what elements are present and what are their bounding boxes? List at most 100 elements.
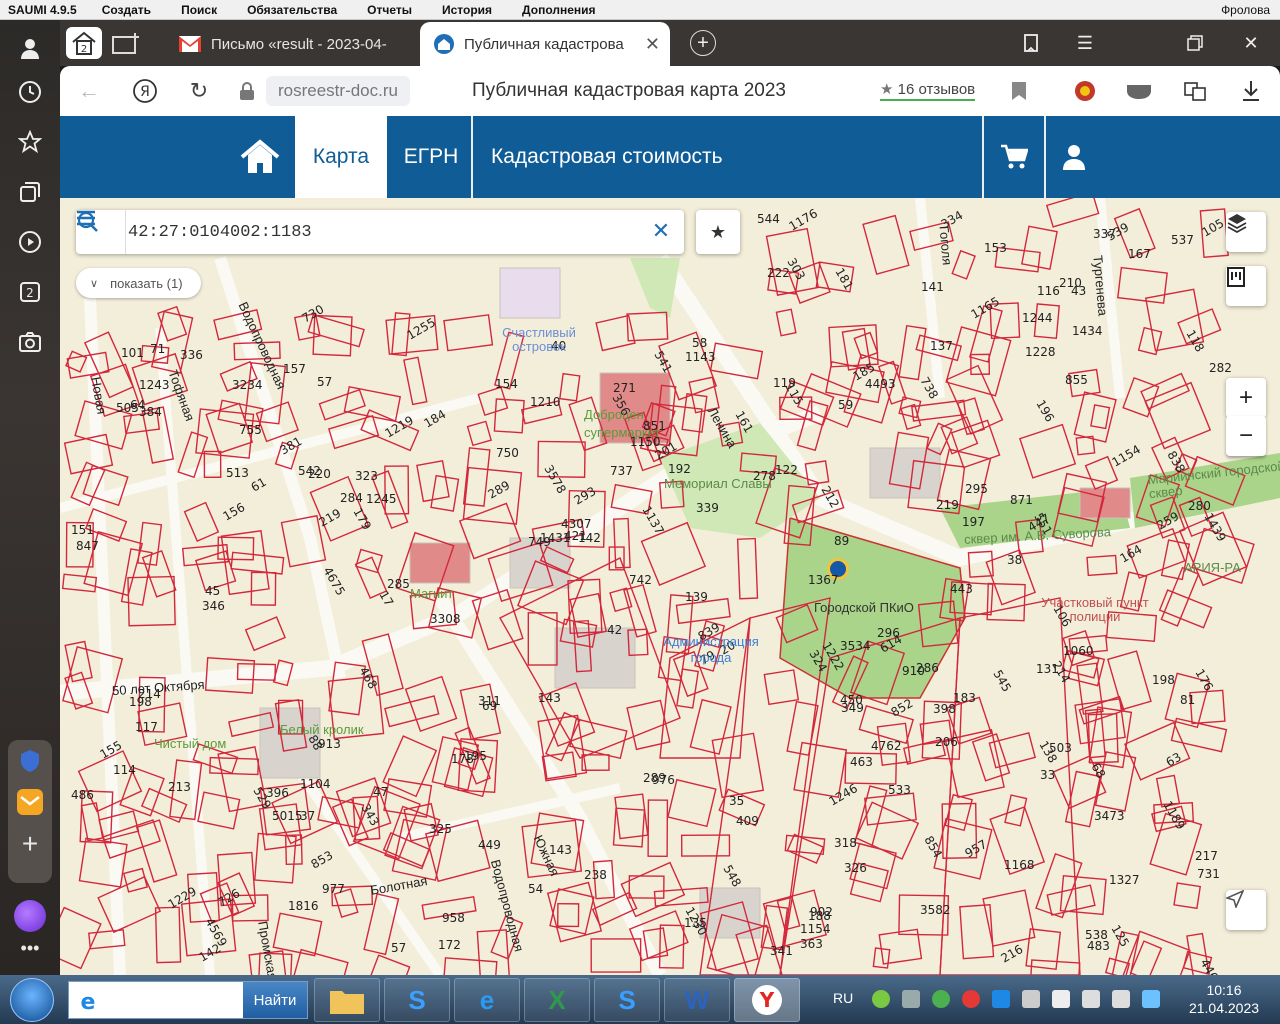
parcel-outline[interactable] bbox=[60, 906, 102, 970]
poi-label[interactable]: Городской ПКиО bbox=[814, 600, 914, 615]
saumi-app-icon[interactable]: S bbox=[384, 978, 450, 1022]
parcel-outline[interactable] bbox=[681, 393, 708, 433]
tabs-menu-icon[interactable] bbox=[1016, 28, 1046, 58]
parcel-outline[interactable] bbox=[900, 403, 922, 431]
measure-ruler-icon[interactable] bbox=[1226, 266, 1266, 306]
parcel-outline[interactable] bbox=[1129, 940, 1163, 975]
screenshot-icon[interactable] bbox=[14, 326, 46, 358]
show-results-button[interactable]: ∨ показать (1) bbox=[76, 268, 201, 298]
tray-yandex-icon[interactable] bbox=[962, 990, 980, 1008]
poi-label[interactable]: Мемориал Славы bbox=[664, 476, 772, 491]
parcel-outline[interactable] bbox=[940, 416, 979, 455]
back-arrow-icon[interactable]: ← bbox=[74, 76, 104, 106]
parcel-outline[interactable] bbox=[647, 799, 669, 858]
parcel-outline[interactable] bbox=[1123, 721, 1191, 781]
poi-label[interactable]: Магнит bbox=[410, 586, 453, 601]
clear-search-icon[interactable]: ✕ bbox=[648, 218, 674, 244]
layers-icon[interactable] bbox=[1226, 212, 1266, 252]
parcel-outline[interactable] bbox=[590, 938, 642, 973]
tray-app-icon[interactable] bbox=[872, 990, 890, 1008]
parcel-outline[interactable] bbox=[1173, 882, 1202, 910]
parcel-outline[interactable] bbox=[318, 388, 366, 421]
explorer-app-icon[interactable] bbox=[314, 978, 380, 1022]
parcel-outline[interactable] bbox=[608, 546, 625, 571]
parcel-outline[interactable] bbox=[557, 902, 580, 928]
parcel-outline[interactable] bbox=[355, 548, 384, 574]
tab-close-icon[interactable]: ✕ bbox=[645, 34, 660, 55]
ie-search-input[interactable] bbox=[105, 988, 243, 1014]
yandex-logo-icon[interactable]: Я bbox=[130, 76, 160, 106]
new-tab-group-icon[interactable] bbox=[108, 27, 144, 59]
menu-addons[interactable]: Дополнения bbox=[507, 3, 610, 17]
nav-tab-map[interactable]: Карта bbox=[295, 116, 387, 198]
tab-mail[interactable]: Письмо «result - 2023-04- bbox=[165, 22, 420, 66]
parcel-outline[interactable] bbox=[1046, 884, 1096, 916]
site-home-icon[interactable] bbox=[226, 116, 294, 198]
parcel-outline[interactable] bbox=[230, 551, 285, 575]
parcel-outline[interactable] bbox=[864, 792, 917, 826]
parcel-outline[interactable] bbox=[183, 501, 220, 542]
parcel-outline[interactable] bbox=[382, 735, 438, 798]
alice-assistant-icon[interactable] bbox=[14, 900, 46, 932]
menu-obligations[interactable]: Обязательства bbox=[232, 3, 352, 17]
url-field[interactable]: rosreestr-doc.ru bbox=[266, 76, 410, 106]
tray-teamviewer-icon[interactable] bbox=[992, 990, 1010, 1008]
bookmarks-icon[interactable] bbox=[14, 126, 46, 158]
parcel-outline[interactable] bbox=[628, 875, 665, 899]
parcel-outline[interactable] bbox=[493, 398, 525, 434]
tray-flag-icon[interactable] bbox=[1052, 990, 1070, 1008]
parcel-outline[interactable] bbox=[689, 698, 732, 755]
start-button[interactable] bbox=[10, 978, 54, 1022]
parcel-outline[interactable] bbox=[466, 420, 493, 447]
parcel-outline[interactable] bbox=[854, 785, 888, 848]
close-window-icon[interactable]: ✕ bbox=[1236, 28, 1266, 58]
profile-icon[interactable] bbox=[14, 32, 46, 64]
translate-icon[interactable] bbox=[1182, 78, 1208, 104]
parcel-outline[interactable] bbox=[711, 732, 765, 799]
poi-label[interactable]: Участковый пункт полиции bbox=[1040, 596, 1150, 624]
taskbar-clock[interactable]: 10:16 21.04.2023 bbox=[1176, 981, 1272, 1017]
lock-icon[interactable] bbox=[236, 80, 258, 102]
more-icon[interactable]: ••• bbox=[14, 932, 46, 964]
parcel-outline[interactable] bbox=[537, 714, 588, 780]
cadastral-map[interactable]: 346 157 238 172 977 976 271 1439 3534 356 902 4675 3… bbox=[60, 198, 1280, 975]
parcel-outline[interactable] bbox=[384, 695, 440, 728]
ie-search-button[interactable]: Найти bbox=[243, 982, 307, 1018]
ie-app-icon[interactable]: e bbox=[454, 978, 520, 1022]
parcel-outline[interactable] bbox=[1090, 404, 1111, 430]
parcel-outline[interactable] bbox=[945, 326, 1012, 397]
parcel-outline[interactable] bbox=[559, 372, 581, 402]
favorites-star-icon[interactable]: ★ bbox=[696, 210, 740, 254]
parcel-outline[interactable] bbox=[680, 834, 731, 857]
parcel-outline[interactable] bbox=[272, 912, 323, 957]
bookmark-icon[interactable] bbox=[1006, 78, 1032, 104]
parcel-outline[interactable] bbox=[828, 324, 879, 368]
saumi-second-app-icon[interactable]: S bbox=[594, 978, 660, 1022]
shield-icon[interactable] bbox=[14, 745, 46, 777]
parcel-outline[interactable] bbox=[1117, 266, 1168, 304]
menu-reports[interactable]: Отчеты bbox=[352, 3, 427, 17]
zoom-in-button[interactable]: + bbox=[1226, 378, 1266, 418]
history-icon[interactable] bbox=[14, 76, 46, 108]
download-icon[interactable] bbox=[1238, 78, 1264, 104]
parcel-outline[interactable] bbox=[1086, 554, 1118, 577]
poi-label[interactable]: Счастливый островок bbox=[484, 326, 594, 354]
tray-usb-icon[interactable] bbox=[1142, 990, 1160, 1008]
poi-label[interactable]: АРИЯ-РА bbox=[1184, 560, 1241, 575]
tray-volume-icon[interactable] bbox=[1112, 990, 1130, 1008]
parcel-outline[interactable] bbox=[220, 530, 270, 596]
parcel-outline[interactable] bbox=[595, 314, 636, 352]
tab-groups-icon[interactable]: 2 bbox=[14, 276, 46, 308]
cart-icon[interactable] bbox=[984, 116, 1044, 198]
word-app-icon[interactable]: W bbox=[664, 978, 730, 1022]
zoom-out-button[interactable]: − bbox=[1226, 416, 1266, 456]
video-icon[interactable] bbox=[14, 226, 46, 258]
parcel-outline[interactable] bbox=[1144, 381, 1212, 450]
parcel-outline[interactable] bbox=[1106, 650, 1152, 711]
parcel-outline[interactable] bbox=[430, 474, 460, 512]
parcel-outline[interactable] bbox=[959, 904, 995, 960]
parcel-outline[interactable] bbox=[471, 588, 524, 651]
tab-home-button[interactable]: 2 bbox=[66, 27, 102, 59]
add-app-icon[interactable]: + bbox=[14, 828, 46, 860]
parcel-outline[interactable] bbox=[736, 537, 759, 600]
